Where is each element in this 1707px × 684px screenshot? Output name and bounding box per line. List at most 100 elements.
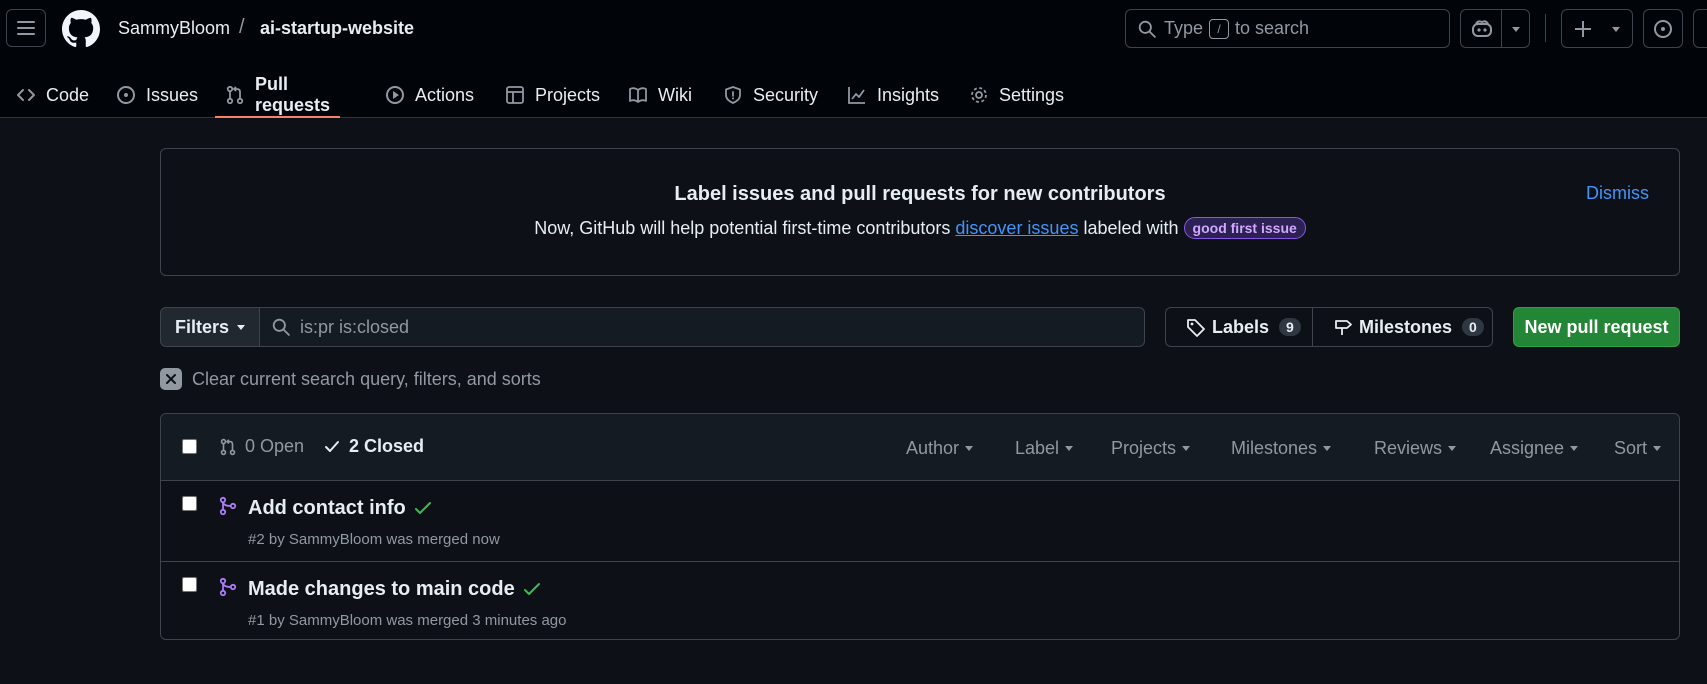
milestone-icon [1335,320,1352,335]
clear-filters-link[interactable]: Clear current search query, filters, and… [160,368,541,390]
tab-label: Insights [877,84,940,105]
banner-title: Label issues and pull requests for new c… [674,183,1166,205]
milestones-button[interactable]: Milestones 0 [1312,308,1492,346]
pr-meta: #1 by SammyBloom was merged 3 minutes ag… [248,612,567,629]
your-issues-button[interactable] [1643,9,1683,48]
select-all-checkbox[interactable] [182,439,197,454]
check-icon [414,501,431,514]
tab-label: Pull requests [255,74,331,115]
code-icon [17,89,35,101]
row-checkbox[interactable] [182,577,197,592]
repo-link[interactable]: ai-startup-website [260,18,414,39]
new-pull-request-button[interactable]: New pull request [1513,307,1680,347]
menu-button[interactable] [6,9,46,47]
play-icon [386,86,404,104]
tab-label: Code [46,84,90,105]
book-icon [629,87,647,103]
tab-code[interactable]: Code [16,72,89,118]
tab-projects[interactable]: Projects [505,72,600,118]
row-checkbox[interactable] [182,496,197,511]
chevron-down-icon [237,324,246,330]
labels-label: Labels [1212,316,1270,337]
projects-filter[interactable]: Projects [1111,438,1191,459]
git-merge-icon [219,577,237,597]
discover-issues-link[interactable]: discover issues [955,218,1078,238]
filter-label: Reviews [1374,438,1443,458]
tab-label: Actions [415,84,475,105]
tab-label: Wiki [658,84,692,105]
graph-icon [848,87,865,104]
pr-title-link[interactable]: Made changes to main code [248,578,541,601]
sort-filter[interactable]: Sort [1614,438,1662,459]
reviews-filter[interactable]: Reviews [1374,438,1457,459]
search-shortcut-key: / [1209,18,1230,39]
chevron-down-icon[interactable] [1512,27,1520,32]
pull-requests-shortcut-button[interactable] [1693,9,1707,48]
git-pull-request-icon [226,85,244,105]
search-input[interactable]: is:pr is:closed [259,307,1145,347]
search-icon [1138,20,1156,38]
filters-button[interactable]: Filters [160,307,260,347]
global-search[interactable]: Type / to search [1125,9,1450,48]
github-logo-icon[interactable] [62,10,100,48]
check-icon [325,440,339,452]
filter-label: Projects [1111,438,1177,458]
issue-opened-icon [1654,19,1672,38]
tab-issues[interactable]: Issues [116,72,198,118]
chevron-down-icon [1653,446,1662,451]
dismiss-button[interactable]: Dismiss [1586,183,1649,204]
closed-filter[interactable]: 2 Closed [323,436,424,457]
copilot-button[interactable] [1460,9,1530,48]
tab-actions[interactable]: Actions [385,72,474,118]
copilot-icon [1472,20,1492,37]
search-icon [272,318,290,336]
milestones-count: 0 [1462,318,1484,336]
chevron-down-icon [1570,446,1579,451]
create-new-button[interactable] [1561,9,1633,48]
pull-request-list: 0 Open 2 Closed Author Label Projects Mi… [160,413,1680,640]
chevron-down-icon [1612,27,1620,32]
tab-insights[interactable]: Insights [847,72,939,118]
filter-label: Author [906,438,960,458]
pr-title: Add contact info [248,497,406,519]
tag-icon [1187,319,1205,337]
labels-button[interactable]: Labels 9 [1166,308,1312,346]
banner-desc-before: Now, GitHub will help potential first-ti… [534,218,951,238]
tab-settings[interactable]: Settings [969,72,1064,118]
tab-pull-requests[interactable]: Pull requests [214,72,341,118]
list-header: 0 Open 2 Closed Author Label Projects Mi… [161,414,1679,481]
search-query: is:pr is:closed [300,316,410,337]
banner-description: Now, GitHub will help potential first-ti… [161,217,1679,239]
chevron-down-icon [1065,446,1074,451]
pr-title-link[interactable]: Add contact info [248,497,432,520]
labels-milestones-group: Labels 9 Milestones 0 [1165,307,1493,347]
good-first-issue-label: good first issue [1183,217,1306,239]
contributor-banner: Label issues and pull requests for new c… [160,148,1680,276]
tab-label: Issues [146,84,199,105]
clear-label: Clear current search query, filters, and… [192,368,541,389]
owner-link[interactable]: SammyBloom [118,18,230,39]
tab-label: Projects [535,84,601,105]
git-merge-icon [219,496,237,516]
pr-meta: #2 by SammyBloom was merged now [248,531,500,548]
open-filter[interactable]: 0 Open [219,436,304,457]
milestones-filter[interactable]: Milestones [1231,438,1332,459]
milestones-label: Milestones [1359,316,1453,337]
close-icon [160,368,182,390]
label-filter[interactable]: Label [1015,438,1074,459]
tab-security[interactable]: Security [723,72,818,118]
author-filter[interactable]: Author [906,438,974,459]
path-separator: / [239,16,245,38]
search-prefix: Type [1164,18,1204,38]
global-header: SammyBloom / ai-startup-website Type / t… [0,0,1707,118]
open-count-label: 0 Open [245,436,305,456]
chevron-down-icon [1448,446,1457,451]
filter-label: Sort [1614,438,1648,458]
tab-wiki[interactable]: Wiki [628,72,692,118]
tab-label: Security [753,84,819,105]
plus-icon [1575,21,1591,37]
assignee-filter[interactable]: Assignee [1490,438,1579,459]
list-item: Add contact info #2 by SammyBloom was me… [161,481,1679,561]
chevron-down-icon [1182,446,1191,451]
shield-icon [725,86,741,104]
